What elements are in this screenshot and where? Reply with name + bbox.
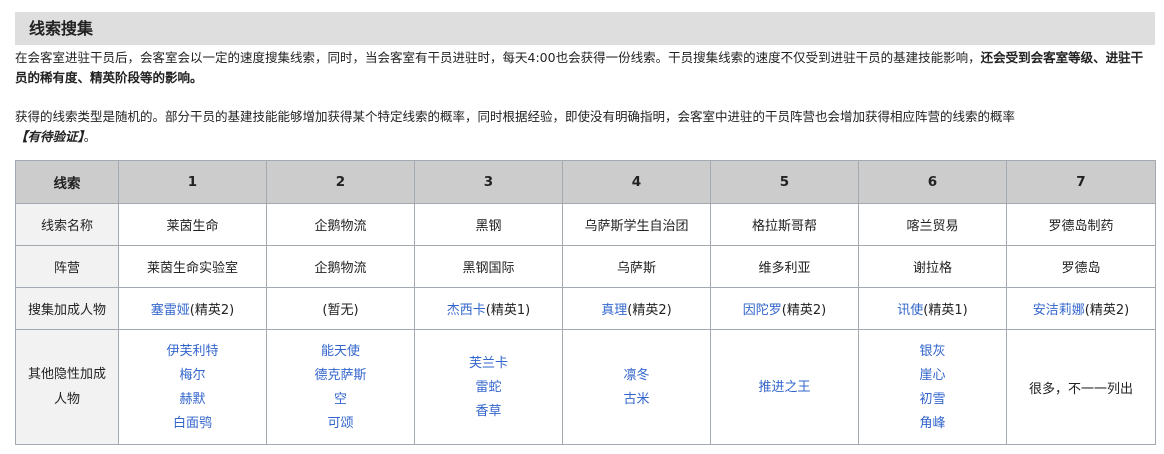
header-cell: 7 xyxy=(1006,160,1156,204)
operator-link[interactable]: 银灰 xyxy=(919,342,945,361)
camp-cell: 企鹅物流 xyxy=(266,245,415,288)
bonus-cell: (暂无) xyxy=(266,287,415,330)
operator-link[interactable]: 因陀罗 xyxy=(743,303,782,318)
operator-link[interactable]: 塞雷娅 xyxy=(151,303,190,318)
operator-link[interactable]: 可颂 xyxy=(327,414,353,433)
operator-link[interactable]: 讯使 xyxy=(897,303,923,318)
operator-link[interactable]: 伊芙利特 xyxy=(166,342,218,361)
operator-link[interactable]: 梅尔 xyxy=(179,366,205,385)
operator-link[interactable]: 真理 xyxy=(601,303,627,318)
table-row-camp: 阵营 莱茵生命实验室 企鹅物流 黑钢国际 乌萨斯 维多利亚 谢拉格 罗德岛 xyxy=(15,245,1156,288)
elite-level: (精英2) xyxy=(781,303,827,318)
operator-link[interactable]: 香草 xyxy=(475,402,501,421)
hidden-bonus-cell: 能天使 德克萨斯 空 可颂 xyxy=(266,329,415,445)
intro-text-2-end: 。 xyxy=(83,129,97,144)
bonus-cell: 因陀罗(精英2) xyxy=(710,287,859,330)
header-cell: 6 xyxy=(858,160,1007,204)
elite-level: (精英2) xyxy=(1084,303,1130,318)
clue-name-cell: 格拉斯哥帮 xyxy=(710,203,859,246)
row-label: 其他隐性加成 人物 xyxy=(15,329,119,445)
camp-cell: 维多利亚 xyxy=(710,245,859,288)
operator-link[interactable]: 安洁莉娜 xyxy=(1033,303,1085,318)
operator-link[interactable]: 角峰 xyxy=(919,414,945,433)
header-cell: 1 xyxy=(118,160,267,204)
bonus-cell: 真理(精英2) xyxy=(562,287,711,330)
table-header-row: 线索 1 2 3 4 5 6 7 xyxy=(15,160,1156,204)
operator-link[interactable]: 雷蛇 xyxy=(475,378,501,397)
camp-cell: 乌萨斯 xyxy=(562,245,711,288)
bonus-cell: 杰西卡(精英1) xyxy=(414,287,563,330)
camp-cell: 谢拉格 xyxy=(858,245,1007,288)
table-row-clue-name: 线索名称 莱茵生命 企鹅物流 黑钢 乌萨斯学生自治团 格拉斯哥帮 喀兰贸易 罗德… xyxy=(15,203,1156,246)
hidden-bonus-cell: 凛冬 古米 xyxy=(562,329,711,445)
bonus-cell: 塞雷娅(精英2) xyxy=(118,287,267,330)
clue-table: 线索 1 2 3 4 5 6 7 线索名称 莱茵生命 企鹅物流 黑钢 乌萨斯学生… xyxy=(15,160,1156,445)
operator-link[interactable]: 崖心 xyxy=(919,366,945,385)
hidden-bonus-cell: 银灰 崖心 初雪 角峰 xyxy=(858,329,1007,445)
intro-paragraph-1: 在会客室进驻干员后，会客室会以一定的速度搜集线索，同时，当会客室有干员进驻时，每… xyxy=(15,48,1155,88)
camp-cell: 莱茵生命实验室 xyxy=(118,245,267,288)
hidden-bonus-cell: 伊芙利特 梅尔 赫默 白面鸮 xyxy=(118,329,267,445)
operator-link[interactable]: 白面鸮 xyxy=(173,414,212,433)
elite-level: (精英2) xyxy=(189,303,235,318)
hidden-bonus-cell: 很多，不一一列出 xyxy=(1006,329,1156,445)
elite-level: (精英2) xyxy=(627,303,672,318)
operator-link[interactable]: 德克萨斯 xyxy=(314,366,366,385)
bonus-cell: 安洁莉娜(精英2) xyxy=(1006,287,1156,330)
table-row-hidden-bonus: 其他隐性加成 人物 伊芙利特 梅尔 赫默 白面鸮 能天使 德克萨斯 空 可颂 芙兰… xyxy=(15,329,1156,445)
operator-link[interactable]: 赫默 xyxy=(179,390,205,409)
hidden-bonus-text: 很多，不一一列出 xyxy=(1028,381,1133,397)
row-label: 搜集加成人物 xyxy=(15,287,119,330)
row-label: 线索名称 xyxy=(15,203,119,246)
header-cell: 4 xyxy=(562,160,711,204)
clue-name-cell: 喀兰贸易 xyxy=(858,203,1007,246)
elite-level: (精英1) xyxy=(485,303,531,318)
operator-link[interactable]: 初雪 xyxy=(919,390,945,409)
row-label-line: 其他隐性加成 xyxy=(27,367,106,382)
bonus-none-text: (暂无) xyxy=(322,303,359,318)
operator-link[interactable]: 能天使 xyxy=(321,342,360,361)
header-cell: 5 xyxy=(710,160,859,204)
section-title: 线索搜集 xyxy=(15,12,1155,45)
row-label-line: 人物 xyxy=(53,392,80,407)
operator-link[interactable]: 空 xyxy=(334,390,347,409)
operator-link[interactable]: 杰西卡 xyxy=(447,303,486,318)
bonus-cell: 讯使(精英1) xyxy=(858,287,1007,330)
intro-text-2: 获得的线索类型是随机的。部分干员的基建技能能够增加获得某个特定线索的概率，同时根… xyxy=(15,109,1016,124)
operator-link[interactable]: 古米 xyxy=(623,390,649,409)
clue-name-cell: 企鹅物流 xyxy=(266,203,415,246)
verification-note: 【有待验证】 xyxy=(15,129,84,144)
clue-name-cell: 黑钢 xyxy=(414,203,563,246)
hidden-bonus-cell: 芙兰卡 雷蛇 香草 xyxy=(414,329,563,445)
operator-link[interactable]: 推进之王 xyxy=(758,378,810,397)
camp-cell: 罗德岛 xyxy=(1006,245,1156,288)
header-cell: 2 xyxy=(266,160,415,204)
clue-name-cell: 罗德岛制药 xyxy=(1006,203,1156,246)
elite-level: (精英1) xyxy=(923,303,968,318)
intro-text-1: 在会客室进驻干员后，会客室会以一定的速度搜集线索，同时，当会客室有干员进驻时，每… xyxy=(15,50,981,65)
clue-name-cell: 乌萨斯学生自治团 xyxy=(562,203,711,246)
row-label: 阵营 xyxy=(15,245,119,288)
table-row-bonus-operator: 搜集加成人物 塞雷娅(精英2) (暂无) 杰西卡(精英1) 真理(精英2) 因陀… xyxy=(15,287,1156,330)
operator-link[interactable]: 凛冬 xyxy=(623,366,649,385)
header-cell: 3 xyxy=(414,160,563,204)
camp-cell: 黑钢国际 xyxy=(414,245,563,288)
intro-paragraph-2: 获得的线索类型是随机的。部分干员的基建技能能够增加获得某个特定线索的概率，同时根… xyxy=(15,107,1155,147)
hidden-bonus-cell: 推进之王 xyxy=(710,329,859,445)
operator-link[interactable]: 芙兰卡 xyxy=(469,354,508,373)
clue-name-cell: 莱茵生命 xyxy=(118,203,267,246)
header-cell: 线索 xyxy=(15,160,119,204)
